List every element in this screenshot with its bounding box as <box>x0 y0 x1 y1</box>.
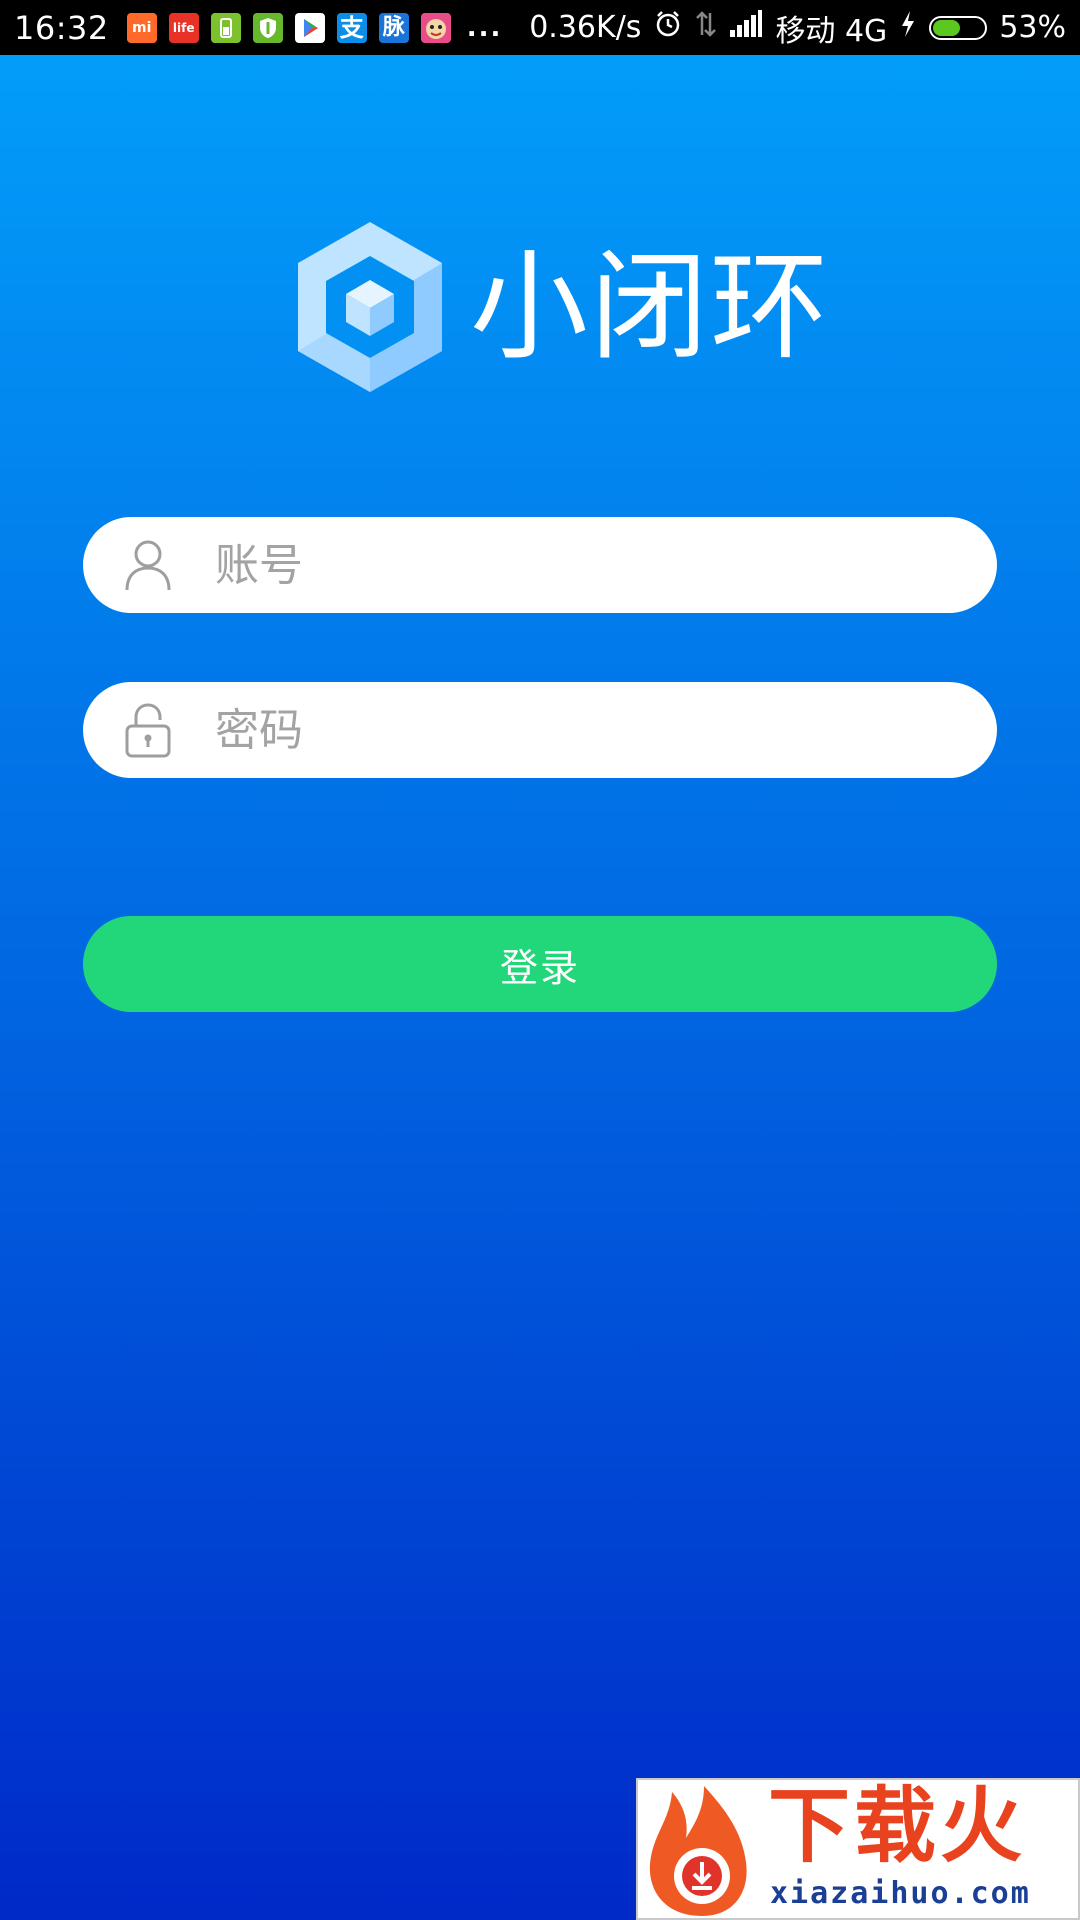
alipay-icon: 支 <box>336 12 367 43</box>
battery-app-icon <box>210 12 241 43</box>
watermark-title: 下载火 <box>768 1779 1027 1874</box>
flame-download-logo-icon <box>649 1786 747 1916</box>
carrier-label: 移动 4G <box>775 13 888 49</box>
watermark-logo: 下载火 xiazaihuo.com <box>636 1778 1080 1920</box>
login-screen: 16:32 mi life 支 脉 ... 0.36K/s 移动 4G 53% … <box>0 0 1080 1920</box>
status-right: 0.36K/s 移动 4G 53% <box>529 6 1066 50</box>
mi-store-icon: mi <box>126 12 157 43</box>
play-store-icon <box>294 12 325 43</box>
network-speed: 0.36K/s <box>529 10 642 45</box>
more-notifications-icon: ... <box>466 12 503 43</box>
status-time: 16:32 <box>14 8 109 47</box>
app-name: 小闭环 <box>470 238 831 376</box>
watermark-url: xiazaihuo.com <box>770 1876 1031 1911</box>
app-logo: 小闭环 <box>290 218 830 396</box>
maimai-icon: 脉 <box>378 12 409 43</box>
monkey-app-icon <box>420 12 451 43</box>
password-field[interactable] <box>83 682 997 778</box>
battery-percent: 53% <box>999 10 1066 45</box>
login-button[interactable]: 登录 <box>83 916 997 1012</box>
account-input[interactable] <box>213 538 917 592</box>
hexagon-cube-logo-icon <box>298 222 442 392</box>
alarm-icon <box>653 9 683 47</box>
battery-icon <box>929 15 988 40</box>
data-transfer-icon <box>695 9 717 47</box>
status-bar: 16:32 mi life 支 脉 ... 0.36K/s 移动 4G 53% <box>0 0 1080 55</box>
signal-icon <box>729 9 763 46</box>
account-field[interactable] <box>83 517 997 613</box>
life-app-icon: life <box>168 12 199 43</box>
password-input[interactable] <box>213 703 917 757</box>
notification-icons: mi life 支 脉 ... <box>126 12 503 43</box>
security-app-icon <box>252 12 283 43</box>
lock-icon <box>125 703 171 758</box>
charging-icon <box>899 9 917 47</box>
user-icon <box>125 540 171 591</box>
